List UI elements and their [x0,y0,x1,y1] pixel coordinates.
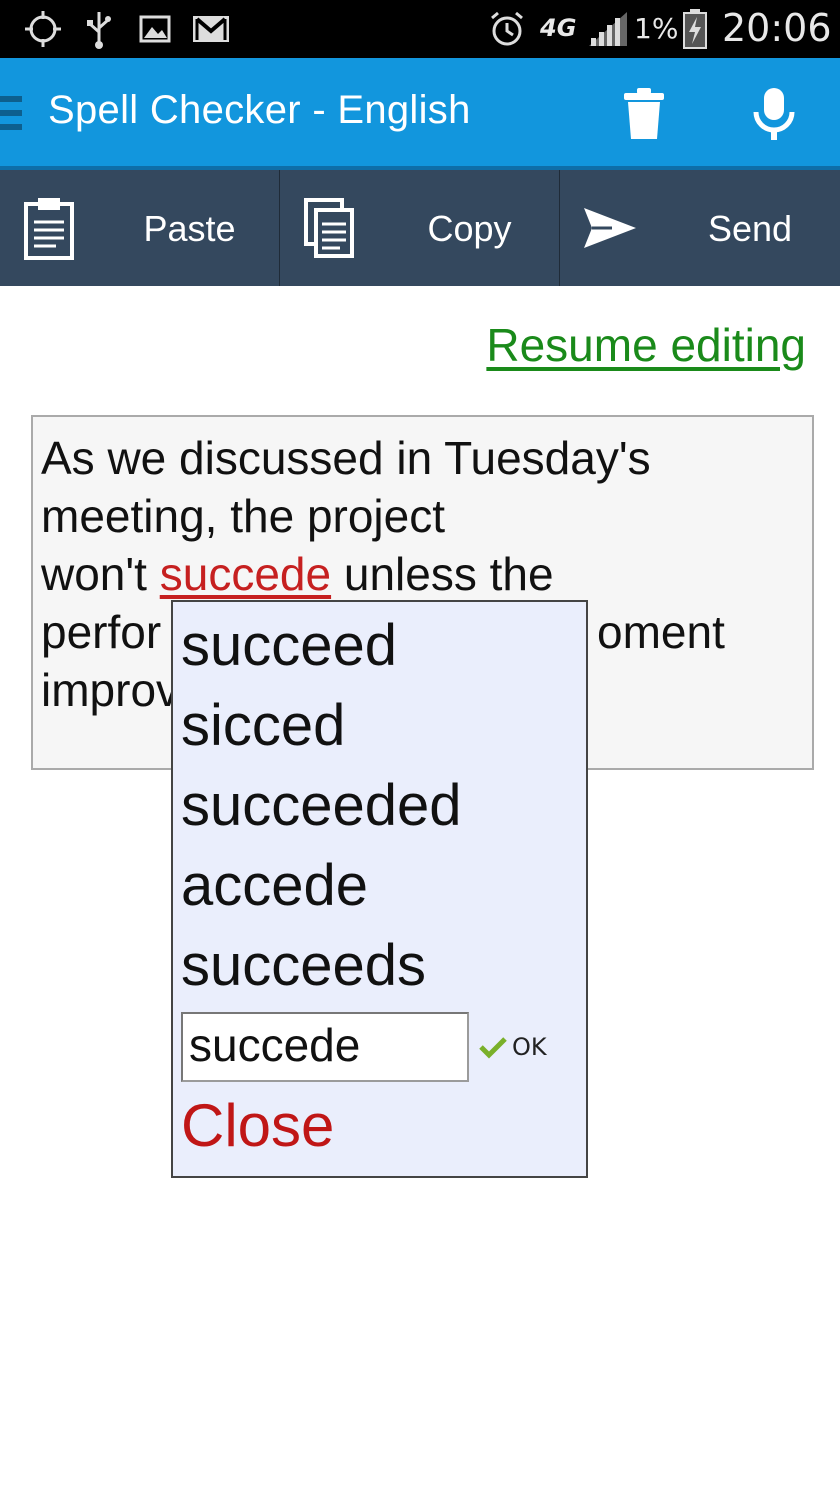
suggestion-item[interactable]: succeed [181,606,397,686]
battery-charging-icon [680,8,710,50]
app-bar: Spell Checker - English [0,58,840,166]
checkmark-icon [479,1037,507,1059]
text-segment: won't [41,548,160,600]
page-title: Spell Checker - English [48,88,471,132]
text-line: won't succede unless the [41,545,804,603]
suggestion-item[interactable]: accede [181,846,368,926]
copy-icon [302,196,358,260]
suggestion-item[interactable]: sicced [181,686,345,766]
image-icon [138,8,172,50]
menu-icon[interactable] [0,96,22,132]
alarm-icon [486,8,528,50]
text-segment: unless the [331,548,554,600]
resume-editing-link[interactable]: Resume editing [486,318,806,372]
delete-icon [624,88,664,139]
signal-icon [586,8,630,50]
suggestion-popup: succeed sicced succeeded accede succeeds… [171,600,588,1178]
copy-label: Copy [427,208,512,249]
paste-button[interactable]: Paste [0,170,280,286]
gmail-icon [190,8,232,50]
text-line: meeting, the project [41,490,446,542]
send-label: Send [707,208,793,249]
text-line: As we discussed in Tuesday's [41,432,651,484]
send-button[interactable]: Send [560,170,840,286]
send-icon [582,196,638,260]
usb-icon [84,8,114,50]
suggestion-item[interactable]: succeeded [181,766,462,846]
delete-button[interactable] [614,84,674,144]
custom-replacement-input[interactable]: succede [181,1012,469,1082]
text-segment: perfor [41,606,162,658]
location-icon [22,8,64,50]
ok-button[interactable]: OK [478,1030,547,1064]
misspelled-word[interactable]: succede [160,548,331,600]
battery-percent: 1% [634,12,679,45]
close-button[interactable]: Close [181,1086,334,1166]
clipboard-icon [22,196,78,260]
ok-label: OK [512,1033,547,1061]
network-4g-icon: 4G [540,14,577,42]
copy-button[interactable]: Copy [280,170,560,286]
microphone-icon [753,88,795,140]
action-toolbar: Paste Copy Send [0,170,840,286]
voice-input-button[interactable] [744,84,804,144]
text-segment: oment [597,606,725,658]
status-bar: 4G 1% 20:06 [0,0,840,58]
suggestion-item[interactable]: succeeds [181,926,426,1006]
paste-label: Paste [143,208,236,249]
clock: 20:06 [722,6,832,50]
